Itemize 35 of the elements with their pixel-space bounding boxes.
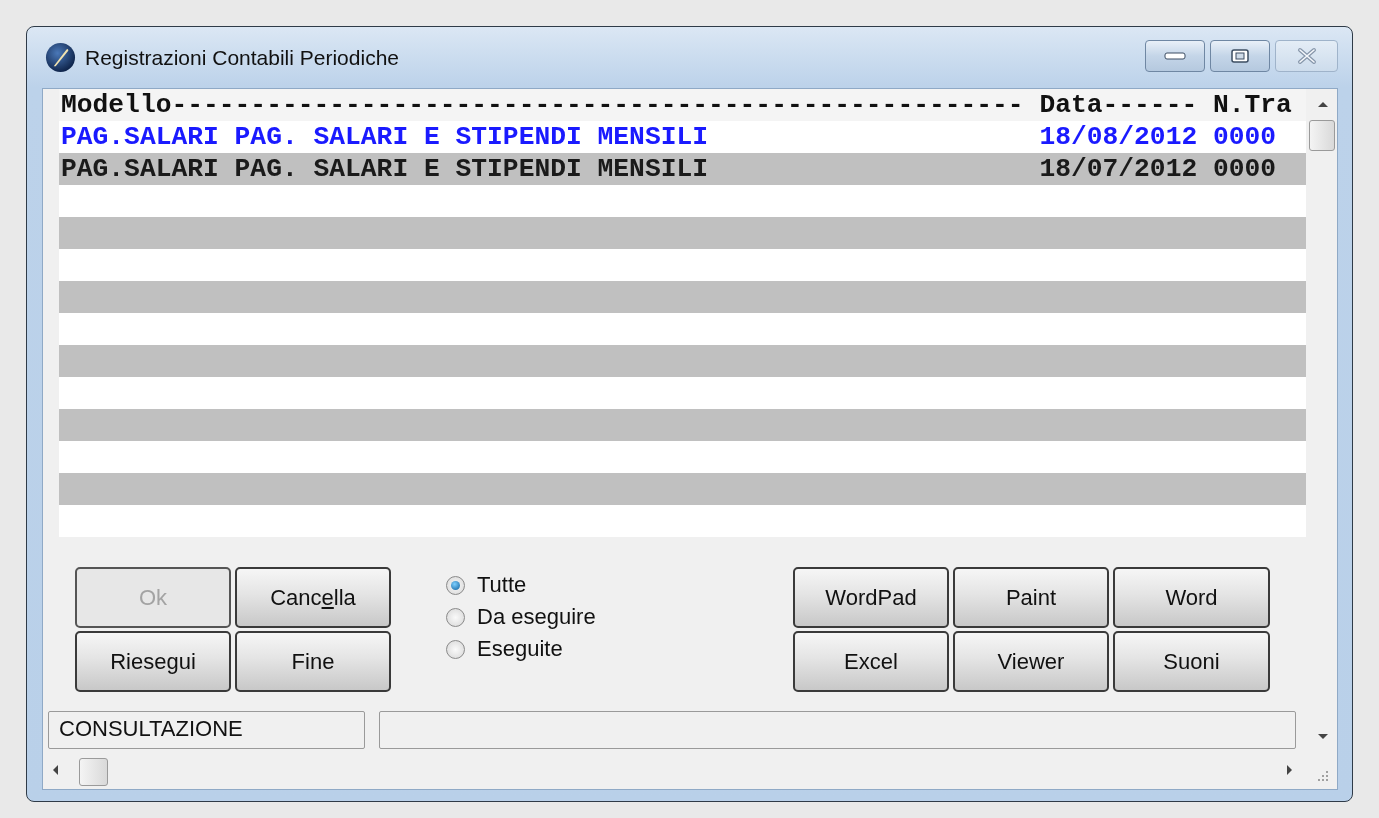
app-button[interactable]: Word — [1113, 567, 1270, 628]
scroll-up-icon[interactable] — [1317, 101, 1329, 108]
scroll-right-icon[interactable] — [1286, 764, 1293, 776]
filter-radio[interactable]: Eseguite — [446, 633, 596, 665]
filter-radio[interactable]: Tutte — [446, 569, 596, 601]
action-button[interactable]: Fine — [235, 631, 391, 692]
window-title: Registrazioni Contabili Periodiche — [85, 45, 399, 70]
filter-radio[interactable]: Da eseguire — [446, 601, 596, 633]
action-button[interactable]: Cancella — [235, 567, 391, 628]
scrollbar-thumb[interactable] — [1309, 120, 1335, 151]
mode-field: CONSULTAZIONE — [48, 711, 365, 749]
app-button[interactable]: Excel — [793, 631, 949, 692]
column-header: Modello------------------------------------------------------ — [61, 89, 1025, 121]
scroll-left-icon[interactable] — [52, 764, 59, 776]
minimize-icon — [1164, 50, 1186, 61]
quill-icon — [45, 42, 76, 73]
minimize-button[interactable] — [1145, 39, 1205, 72]
radio-button-icon[interactable] — [446, 607, 465, 627]
app-button[interactable]: Viewer — [953, 631, 1109, 692]
close-button[interactable] — [1275, 39, 1338, 72]
column-header: Data------ — [1039, 89, 1199, 121]
app-button[interactable]: Paint — [953, 567, 1109, 628]
scroll-down-icon[interactable] — [1317, 733, 1329, 740]
list-row[interactable]: PAG.SALARI PAG. SALARI E STIPENDI MENSILI 18/07/2012 0000 — [59, 153, 1306, 185]
app-button[interactable]: WordPad — [793, 567, 949, 628]
column-header: N.Tra — [1212, 89, 1293, 121]
close-icon — [1295, 46, 1318, 65]
maximize-button[interactable] — [1210, 39, 1270, 72]
resize-grip-icon[interactable] — [1315, 768, 1329, 782]
app-button[interactable]: Suoni — [1113, 631, 1270, 692]
scrollbar-thumb[interactable] — [79, 758, 108, 786]
radio-button-icon[interactable] — [446, 575, 465, 595]
action-button[interactable]: Riesegui — [75, 631, 231, 692]
maximize-icon — [1230, 47, 1250, 64]
radio-button-icon[interactable] — [446, 639, 465, 659]
